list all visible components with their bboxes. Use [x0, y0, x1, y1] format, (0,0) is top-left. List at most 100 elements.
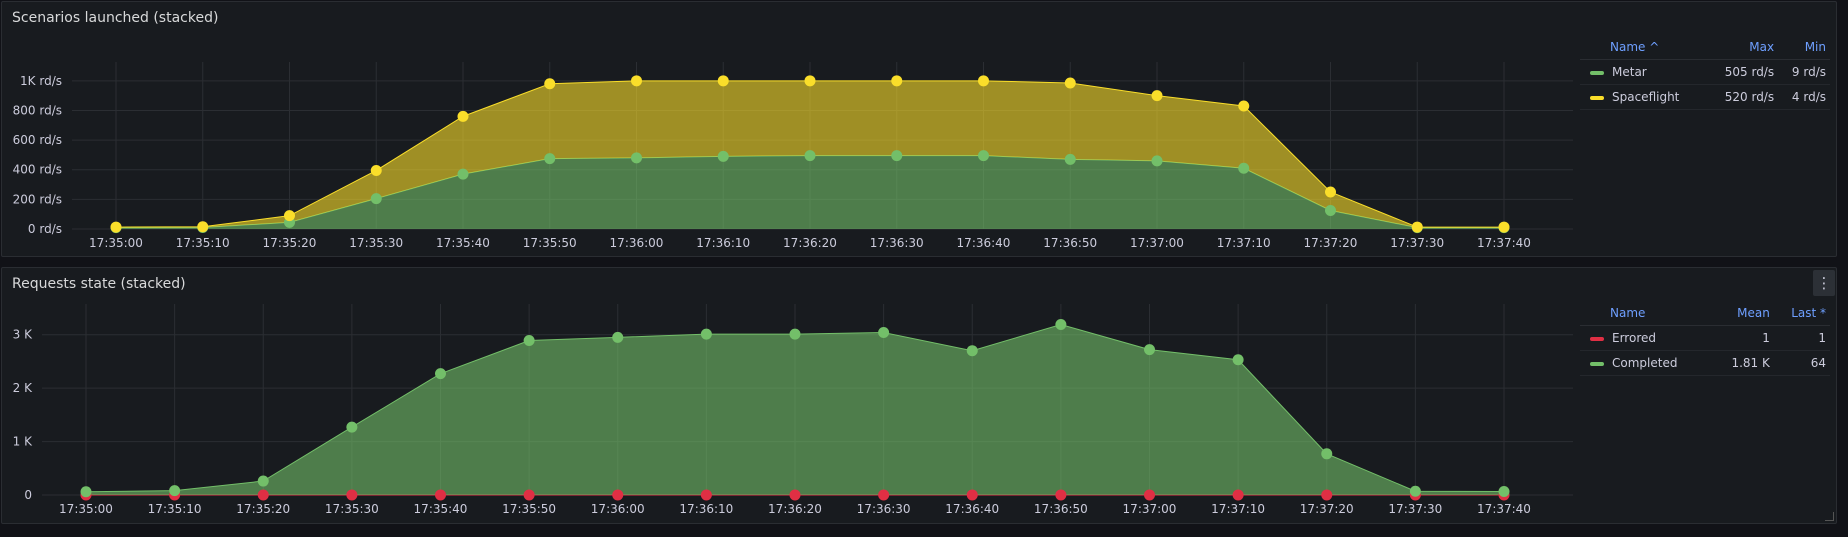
- legend-value-max: 505 rd/s: [1707, 59, 1779, 85]
- x-tick-label: 17:36:40: [957, 236, 1011, 250]
- x-tick-label: 17:36:50: [1034, 502, 1088, 516]
- data-point-spaceflight: [110, 221, 122, 233]
- x-tick-label: 17:37:30: [1390, 236, 1444, 250]
- legend-series-name: Spaceflight: [1612, 90, 1680, 104]
- x-tick-label: 17:36:50: [1043, 236, 1097, 250]
- x-tick-label: 17:36:30: [870, 236, 924, 250]
- vertical-ellipsis-icon: ⋮: [1816, 273, 1832, 292]
- x-tick-label: 17:35:30: [349, 236, 403, 250]
- panel-scenarios-launched: Scenarios launched (stacked) 0 rd/s 200 r…: [1, 1, 1837, 257]
- data-point-completed: [523, 335, 535, 347]
- x-tick-label: 17:36:20: [783, 236, 837, 250]
- data-point-spaceflight: [197, 221, 209, 233]
- legend-header-name[interactable]: Name: [1580, 302, 1714, 326]
- data-point-metar: [978, 150, 989, 162]
- x-tick-label: 17:37:30: [1388, 502, 1442, 516]
- data-point-completed: [435, 368, 446, 380]
- x-tick-label: 17:36:40: [945, 502, 999, 516]
- data-point-spaceflight: [891, 75, 903, 87]
- data-point-metar: [544, 153, 556, 165]
- x-tick-label: 17:37:20: [1300, 502, 1354, 516]
- data-point-metar: [804, 150, 816, 162]
- legend-series-name: Metar: [1612, 65, 1647, 79]
- legend-value-last: 64: [1773, 350, 1830, 376]
- x-tick-label: 17:35:20: [236, 502, 290, 516]
- data-point-errored: [1321, 489, 1333, 501]
- data-point-errored: [523, 489, 535, 501]
- data-point-errored: [966, 489, 978, 501]
- x-tick-label: 17:35:10: [148, 502, 202, 516]
- data-point-metar: [1238, 162, 1250, 174]
- legend-value-last: 1: [1773, 325, 1830, 351]
- data-point-completed: [878, 327, 890, 339]
- legend-header-max[interactable]: Max: [1707, 36, 1779, 60]
- legend-header-name[interactable]: Name ^: [1580, 36, 1708, 60]
- data-point-completed: [1232, 354, 1244, 366]
- data-point-metar: [1151, 155, 1163, 167]
- data-point-errored: [346, 489, 358, 501]
- data-point-spaceflight: [1151, 90, 1163, 102]
- x-tick-label: 17:35:00: [59, 502, 113, 516]
- data-point-errored: [789, 489, 801, 501]
- resize-handle[interactable]: [1825, 512, 1834, 521]
- y-tick-label: 200 rd/s: [13, 192, 62, 206]
- x-tick-label: 17:36:30: [857, 502, 911, 516]
- legend-row-errored[interactable]: Errored 1 1: [1580, 325, 1830, 351]
- legend-value-mean: 1.81 K: [1713, 350, 1774, 376]
- x-tick-label: 17:35:40: [436, 236, 490, 250]
- data-point-completed: [700, 328, 712, 340]
- x-tick-label: 17:37:40: [1477, 236, 1531, 250]
- data-point-metar: [370, 193, 382, 205]
- x-tick-label: 17:35:20: [263, 236, 317, 250]
- data-point-spaceflight: [544, 78, 556, 90]
- legend-header-mean[interactable]: Mean: [1713, 302, 1774, 326]
- data-point-spaceflight: [631, 75, 642, 87]
- data-point-errored: [435, 489, 446, 501]
- data-point-spaceflight: [1238, 100, 1250, 112]
- series-color-swatch: [1590, 361, 1604, 366]
- scenarios-chart[interactable]: 0 rd/s 200 rd/s 400 rd/s 600 rd/s 800 rd/s 1K…: [2, 2, 1580, 256]
- x-tick-label: 17:35:40: [414, 502, 468, 516]
- data-point-errored: [878, 489, 890, 501]
- legend-header-last[interactable]: Last *: [1773, 302, 1830, 326]
- legend-row-metar[interactable]: Metar 505 rd/s 9 rd/s: [1580, 59, 1830, 85]
- data-point-metar: [1325, 204, 1336, 216]
- y-tick-label: 1K rd/s: [20, 74, 62, 88]
- data-point-metar: [1064, 153, 1076, 165]
- data-point-completed: [346, 421, 358, 433]
- x-tick-label: 17:37:00: [1123, 502, 1177, 516]
- data-point-spaceflight: [370, 164, 382, 176]
- area-completed: [86, 324, 1504, 495]
- series-color-swatch: [1590, 336, 1604, 341]
- requests-chart[interactable]: 0 1 K 2 K 3 K 17:35:00 17:35:10 17:35:20 17:35:…: [2, 268, 1580, 523]
- x-tick-label: 17:35:50: [502, 502, 556, 516]
- data-point-completed: [169, 485, 181, 497]
- data-point-errored: [257, 489, 269, 501]
- legend-series-name: Completed: [1612, 356, 1678, 370]
- data-point-completed: [1321, 448, 1333, 460]
- legend-header-min[interactable]: Min: [1778, 36, 1830, 60]
- data-point-completed: [1144, 344, 1155, 356]
- y-tick-label: 1 K: [13, 435, 33, 449]
- data-point-metar: [631, 152, 642, 164]
- data-point-metar: [717, 150, 729, 162]
- data-point-spaceflight: [1498, 221, 1510, 233]
- data-point-completed: [612, 331, 624, 343]
- series-color-swatch: [1590, 95, 1604, 100]
- legend-value-max: 520 rd/s: [1707, 84, 1779, 110]
- legend-series-name: Errored: [1612, 331, 1656, 345]
- x-tick-label: 17:35:00: [89, 236, 143, 250]
- data-point-completed: [80, 486, 92, 498]
- legend-row-completed[interactable]: Completed 1.81 K 64: [1580, 350, 1830, 376]
- data-point-completed: [1498, 486, 1510, 498]
- panel-menu-button[interactable]: ⋮: [1813, 270, 1835, 296]
- legend-row-spaceflight[interactable]: Spaceflight 520 rd/s 4 rd/s: [1580, 84, 1830, 110]
- panel-requests-state: Requests state (stacked) ⋮ 01 K2 K3 K 17:…: [1, 267, 1837, 524]
- data-point-errored: [612, 489, 624, 501]
- x-tick-label: 17:36:00: [610, 236, 664, 250]
- data-point-completed: [257, 475, 269, 487]
- y-tick-label: 3 K: [13, 328, 33, 342]
- data-point-spaceflight: [1325, 186, 1336, 198]
- x-tick-label: 17:35:10: [176, 236, 230, 250]
- x-tick-label: 17:36:00: [591, 502, 645, 516]
